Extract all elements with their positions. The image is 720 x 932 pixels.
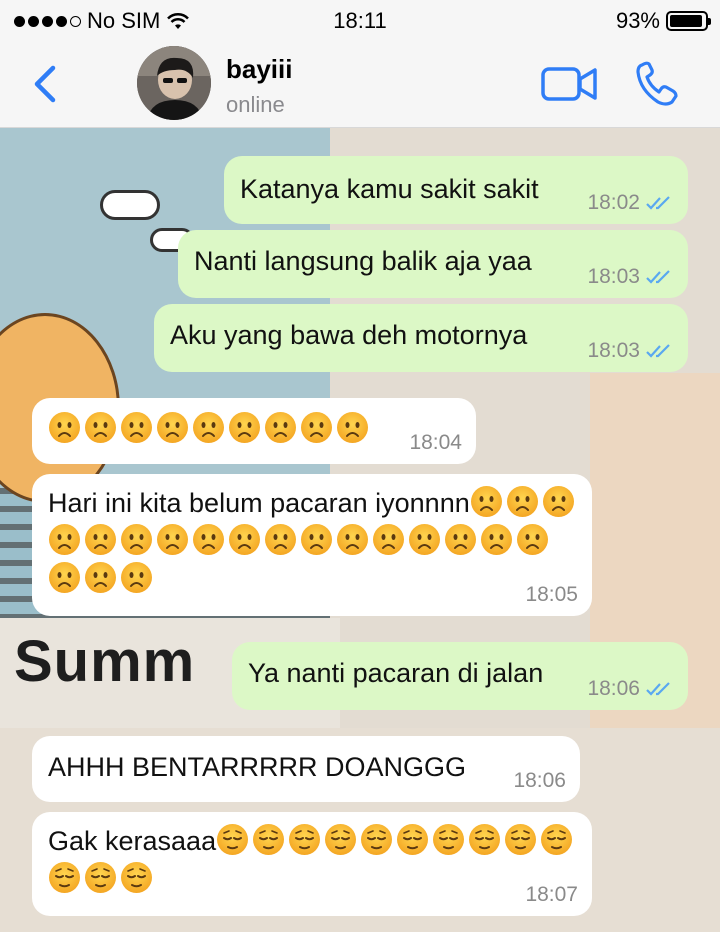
message-time: 18:07 <box>525 883 578 906</box>
frowning-face-icon <box>229 412 260 443</box>
frowning-face-icon <box>409 524 440 555</box>
frowning-face-icon <box>517 524 548 555</box>
double-check-icon <box>646 196 670 210</box>
message-bubble-outgoing[interactable]: Nanti langsung balik aja yaa 18:03 <box>178 230 688 298</box>
double-check-icon <box>646 682 670 696</box>
frowning-face-icon <box>157 524 188 555</box>
message-text: Gak kerasaaa <box>48 822 578 898</box>
frowning-face-icon <box>470 486 502 517</box>
frowning-face-icon <box>121 562 152 593</box>
frowning-face-icon <box>301 524 332 555</box>
message-bubble-incoming[interactable]: 18:04 <box>32 398 476 464</box>
frowning-face-icon <box>542 486 574 517</box>
frowning-face-icon <box>49 412 80 443</box>
pensive-face-icon <box>289 824 321 855</box>
pensive-face-icon <box>49 862 80 893</box>
chat-header: bayiii online <box>0 40 720 128</box>
chat-area[interactable]: Summ Katanya kamu sakit sakit 18:02 Nant… <box>0 128 720 932</box>
message-text: Hari ini kita belum pacaran iyonnnn <box>48 484 578 598</box>
clock: 18:11 <box>333 8 387 33</box>
contact-name[interactable]: bayiii <box>226 54 292 85</box>
pensive-face-icon <box>253 824 285 855</box>
avatar-photo <box>137 46 211 120</box>
message-meta: 18:07 <box>525 884 578 906</box>
message-time: 18:03 <box>587 265 640 288</box>
frowning-face-icon <box>121 412 152 443</box>
presence-status: online <box>226 92 285 117</box>
message-meta: 18:03 <box>587 340 674 362</box>
message-text <box>48 410 386 448</box>
frowning-face-icon <box>85 562 116 593</box>
frowning-face-icon <box>49 524 80 555</box>
frowning-face-icon <box>193 412 224 443</box>
message-bubble-incoming[interactable]: Hari ini kita belum pacaran iyonnnn 18:0… <box>32 474 592 616</box>
double-check-icon <box>646 270 670 284</box>
double-check-icon <box>646 344 670 358</box>
message-bubble-incoming[interactable]: Gak kerasaaa 18:07 <box>32 812 592 916</box>
message-meta: 18:06 <box>587 678 674 700</box>
frowning-face-icon <box>85 524 116 555</box>
pensive-face-icon <box>541 824 573 855</box>
pensive-face-icon <box>361 824 393 855</box>
video-icon[interactable] <box>540 64 598 104</box>
wallpaper-cloud <box>100 190 160 220</box>
frowning-face-icon <box>445 524 476 555</box>
pensive-face-icon <box>217 824 249 855</box>
status-bar: No SIM 18:11 93% <box>0 0 720 40</box>
message-bubble-incoming[interactable]: AHHH BENTARRRRR DOANGGG 18:06 <box>32 736 580 802</box>
frowning-face-icon <box>506 486 538 517</box>
battery-icon <box>666 11 711 31</box>
frowning-face-icon <box>85 412 116 443</box>
frowning-face-icon <box>229 524 260 555</box>
pensive-face-icon <box>85 862 116 893</box>
message-text: AHHH BENTARRRRR DOANGGG <box>48 752 467 782</box>
frowning-face-icon <box>265 412 296 443</box>
pensive-face-icon <box>397 824 429 855</box>
frowning-face-icon <box>121 524 152 555</box>
pensive-face-icon <box>469 824 501 855</box>
message-bubble-outgoing[interactable]: Ya nanti pacaran di jalan 18:06 <box>232 642 688 710</box>
message-bubble-outgoing[interactable]: Aku yang bawa deh motornya 18:03 <box>154 304 688 372</box>
battery-area: 93% <box>615 8 711 34</box>
frowning-face-icon <box>193 524 224 555</box>
frowning-face-icon <box>337 412 368 443</box>
pensive-face-icon <box>325 824 357 855</box>
frowning-face-icon <box>301 412 332 443</box>
frowning-face-icon <box>481 524 512 555</box>
message-time: 18:05 <box>525 583 578 606</box>
chevron-left-icon[interactable] <box>26 62 66 106</box>
message-time: 18:02 <box>587 191 640 214</box>
pensive-face-icon <box>433 824 465 855</box>
message-meta: 18:03 <box>587 266 674 288</box>
phone-icon[interactable] <box>634 60 680 108</box>
message-meta: 18:02 <box>587 192 674 214</box>
frowning-face-icon <box>157 412 188 443</box>
message-meta: 18:05 <box>525 584 578 606</box>
frowning-face-icon <box>337 524 368 555</box>
avatar[interactable] <box>137 46 211 120</box>
frowning-face-icon <box>373 524 404 555</box>
message-time: 18:04 <box>409 431 462 454</box>
pensive-face-icon <box>505 824 537 855</box>
frowning-face-icon <box>49 562 80 593</box>
battery-percent: 93% <box>615 8 660 33</box>
frowning-face-icon <box>265 524 296 555</box>
message-time: 18:06 <box>513 769 566 792</box>
message-time: 18:06 <box>587 677 640 700</box>
message-meta: 18:06 <box>513 770 566 792</box>
wallpaper-sign-lettering: Summ <box>14 629 196 694</box>
message-time: 18:03 <box>587 339 640 362</box>
message-meta: 18:04 <box>409 432 462 454</box>
message-bubble-outgoing[interactable]: Katanya kamu sakit sakit 18:02 <box>224 156 688 224</box>
pensive-face-icon <box>121 862 152 893</box>
